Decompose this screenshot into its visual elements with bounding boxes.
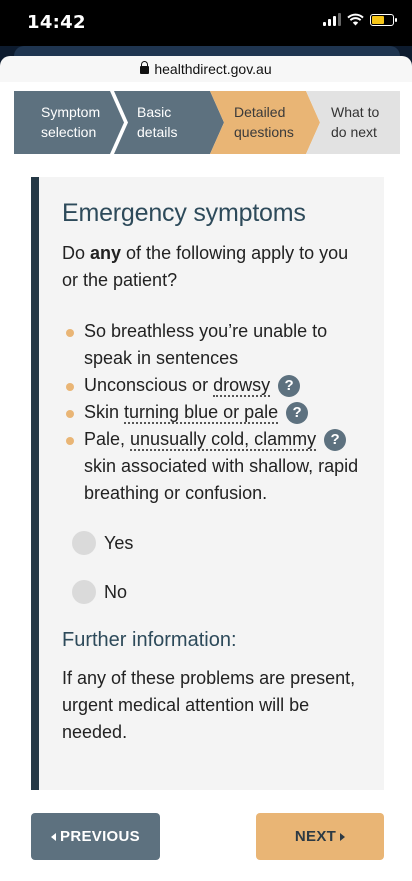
status-icons [323, 13, 397, 26]
step-label-line1: Basic [137, 104, 172, 120]
help-icon[interactable]: ? [286, 402, 309, 424]
help-icon[interactable]: ? [278, 375, 301, 397]
lock-icon [140, 61, 150, 74]
signal-icon [323, 13, 341, 26]
question-text: Do any of the following apply to you or … [62, 240, 362, 294]
symptom-text: Pale, [84, 429, 131, 449]
step-label-line2: do next [331, 124, 377, 140]
radio-yes[interactable]: Yes [72, 531, 133, 555]
progress-steps: Symptom selection Basic details Detailed… [14, 91, 400, 154]
step-label-line2: questions [234, 124, 294, 140]
symptom-text: skin associated with shallow, rapid brea… [84, 456, 359, 503]
radio-no[interactable]: No [72, 580, 127, 604]
step-what-to-do-next: What to do next [306, 91, 400, 154]
triangle-left-icon [51, 832, 57, 841]
url-text: healthdirect.gov.au [154, 61, 272, 77]
further-info-text: If any of these problems are present, ur… [62, 668, 356, 742]
triangle-right-icon [340, 832, 346, 841]
list-item: Pale, unusually cold, clammy? skin assoc… [62, 426, 372, 507]
symptom-text: Skin [84, 402, 125, 422]
step-label-line2: selection [41, 124, 97, 140]
address-bar[interactable]: healthdirect.gov.au [0, 56, 412, 82]
help-icon[interactable]: ? [324, 429, 347, 451]
status-time: 14:42 [27, 12, 86, 33]
question-pre: Do [62, 243, 91, 263]
step-symptom-selection[interactable]: Symptom selection [14, 91, 124, 154]
status-bar: 14:42 [0, 0, 412, 46]
radio-circle[interactable] [72, 531, 96, 555]
list-item: Unconscious or drowsy? [62, 372, 372, 399]
wifi-icon [347, 13, 364, 26]
list-item: Skin turning blue or pale? [62, 399, 372, 426]
symptom-list: So breathless you’re unable to speak in … [62, 318, 372, 507]
glossary-term-drowsy[interactable]: drowsy [213, 375, 271, 397]
previous-button[interactable]: PREVIOUS [31, 813, 160, 860]
symptom-text: Unconscious or [84, 375, 214, 395]
further-info-heading: Further information: [62, 629, 237, 651]
question-emphasis: any [90, 243, 122, 263]
radio-label-yes: Yes [104, 532, 134, 553]
next-button[interactable]: NEXT [256, 813, 384, 860]
step-label-line2: details [137, 124, 178, 140]
step-detailed-questions: Detailed questions [210, 91, 320, 154]
panel-title: Emergency symptoms [62, 199, 306, 227]
battery-icon [370, 13, 397, 26]
step-label-line1: What to [331, 104, 380, 120]
symptom-text: So breathless you’re unable to speak in … [84, 321, 328, 368]
radio-circle[interactable] [72, 580, 96, 604]
glossary-term-cold-clammy[interactable]: unusually cold, clammy [130, 429, 317, 451]
list-item: So breathless you’re unable to speak in … [62, 318, 372, 372]
glossary-term-blue-pale[interactable]: turning blue or pale [124, 402, 279, 424]
radio-label-no: No [104, 581, 128, 602]
next-label: NEXT [294, 828, 337, 845]
question-panel: Emergency symptoms Do any of the followi… [31, 177, 384, 790]
previous-label: PREVIOUS [60, 828, 140, 845]
step-label-line1: Symptom [41, 104, 101, 120]
step-basic-details[interactable]: Basic details [114, 91, 224, 154]
step-label-line1: Detailed [234, 104, 286, 120]
